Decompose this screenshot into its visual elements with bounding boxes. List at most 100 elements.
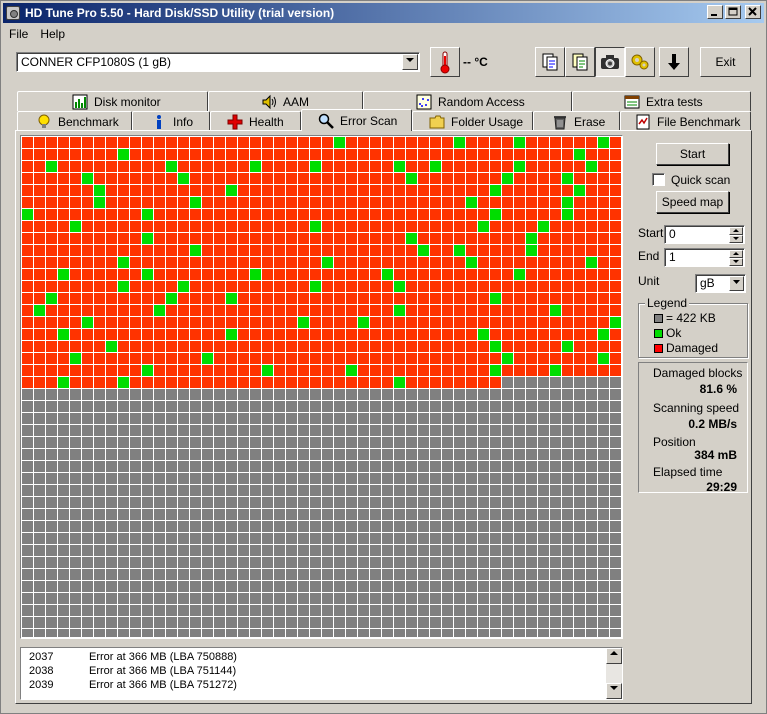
block-ok [166,293,177,304]
log-row-number: 2039 [29,679,54,691]
menu-help[interactable]: Help [34,25,71,43]
block-unscanned [478,581,489,592]
block-damaged [550,233,561,244]
block-unscanned [298,581,309,592]
block-unscanned [310,605,321,616]
block-unscanned [454,569,465,580]
drive-dropdown-button[interactable] [402,54,418,70]
block-unscanned [154,557,165,568]
tab-extra-tests[interactable]: Extra tests [572,91,751,111]
block-damaged [202,209,213,220]
block-unscanned [178,629,189,637]
block-unscanned [574,569,585,580]
block-unscanned [550,533,561,544]
tab-file-benchmark[interactable]: File Benchmark [620,111,751,131]
screenshot-button[interactable] [595,47,625,77]
tab-random-access[interactable]: Random Access [363,91,572,111]
block-unscanned [46,389,57,400]
start-decrement-button[interactable] [729,235,743,243]
start-button[interactable]: Start [656,143,729,165]
options-button[interactable] [625,47,655,77]
block-damaged [370,173,381,184]
log-row[interactable]: 2039 Error at 366 MB (LBA 751272) [29,679,237,693]
error-log[interactable]: 2037 Error at 366 MB (LBA 750888) 2038 E… [20,647,623,700]
close-button[interactable] [745,5,761,19]
temperature-button[interactable] [430,47,460,77]
block-unscanned [250,617,261,628]
block-damaged [550,209,561,220]
block-unscanned [550,605,561,616]
block-ok [250,161,261,172]
block-damaged [430,149,441,160]
block-damaged [286,377,297,388]
unit-select[interactable]: gB [695,274,746,293]
block-damaged [370,377,381,388]
scroll-up-button[interactable] [606,648,622,664]
tab-folder-usage[interactable]: Folder Usage [412,111,533,131]
copy-info-button[interactable] [535,47,565,77]
block-damaged [82,149,93,160]
tab-health[interactable]: Health [210,111,301,131]
block-damaged [358,185,369,196]
block-unscanned [130,569,141,580]
block-damaged [166,221,177,232]
block-damaged [250,173,261,184]
end-input[interactable]: 1 [664,248,745,267]
block-damaged [490,161,501,172]
quick-scan-checkbox[interactable] [652,173,665,186]
menu-file[interactable]: File [3,25,34,43]
block-unscanned [334,485,345,496]
tab-error-scan[interactable]: Error Scan [301,109,412,131]
block-damaged [430,269,441,280]
block-damaged [286,149,297,160]
block-damaged [490,329,501,340]
tab-aam[interactable]: AAM [208,91,363,111]
block-damaged [322,221,333,232]
tab-benchmark[interactable]: Benchmark [17,111,132,131]
quick-scan-label[interactable]: Quick scan [671,173,730,187]
block-unscanned [298,425,309,436]
start-increment-button[interactable] [729,227,743,235]
block-unscanned [358,437,369,448]
exit-button[interactable]: Exit [700,47,751,77]
block-damaged [178,269,189,280]
block-damaged [418,269,429,280]
end-decrement-button[interactable] [729,258,743,266]
save-button[interactable] [659,47,689,77]
log-row[interactable]: 2038 Error at 366 MB (LBA 751144) [29,665,236,679]
log-row[interactable]: 2037 Error at 366 MB (LBA 750888) [29,651,237,665]
block-damaged [130,221,141,232]
block-unscanned [82,509,93,520]
block-damaged [490,221,501,232]
tab-erase[interactable]: Erase [533,111,620,131]
tab-disk-monitor[interactable]: Disk monitor [17,91,208,111]
block-unscanned [526,485,537,496]
block-unscanned [238,473,249,484]
block-ok [586,161,597,172]
unit-dropdown-button[interactable] [729,276,744,291]
scroll-down-button[interactable] [606,683,622,699]
minimize-button[interactable] [707,5,723,19]
block-unscanned [250,521,261,532]
block-unscanned [454,545,465,556]
block-damaged [190,173,201,184]
log-scrollbar[interactable] [606,648,622,699]
block-damaged [454,221,465,232]
speed-map-button[interactable]: Speed map [656,191,729,213]
title-bar[interactable]: HD Tune Pro 5.50 - Hard Disk/SSD Utility… [3,3,764,23]
end-increment-button[interactable] [729,250,743,258]
block-damaged [106,257,117,268]
block-unscanned [286,521,297,532]
start-input[interactable]: 0 [664,225,745,244]
block-unscanned [22,605,33,616]
block-unscanned [322,581,333,592]
block-unscanned [598,605,609,616]
copy-all-button[interactable] [565,47,595,77]
drive-select[interactable]: CONNER CFP1080S (1 gB) [16,52,420,72]
tab-info[interactable]: Info [132,111,210,131]
block-unscanned [166,593,177,604]
block-damaged [562,233,573,244]
block-damaged [430,317,441,328]
maximize-button[interactable] [725,5,741,19]
block-damaged [262,281,273,292]
